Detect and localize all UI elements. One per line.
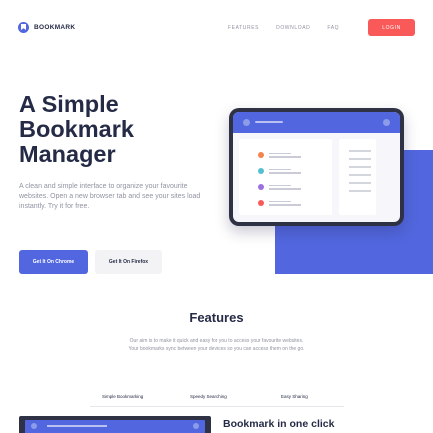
tablet-screen	[233, 112, 400, 222]
features-description: Our aim is to make it quick and easy for…	[128, 338, 305, 352]
tab-easy-sharing[interactable]: Easy Sharing	[281, 394, 308, 399]
features-title: Features	[189, 310, 244, 325]
hero-title: A Simple Bookmark Manager	[19, 91, 134, 167]
bookmark-dot-icon	[258, 168, 264, 174]
top-nav: BOOKMARK FEATURES DOWNLOAD FAQ LOGIN	[0, 0, 433, 56]
feature-panel-heading: Bookmark in one click	[223, 418, 335, 430]
nav-link-features[interactable]: FEATURES	[228, 25, 259, 31]
bookmark-dot-icon	[258, 200, 264, 206]
tab-simple-bookmarking[interactable]: Simple Bookmarking	[102, 394, 143, 399]
bookmark-item	[258, 168, 301, 174]
bookmark-item	[258, 152, 301, 158]
nav-link-download[interactable]: DOWNLOAD	[276, 25, 310, 31]
nav-links: FEATURES DOWNLOAD FAQ	[228, 25, 339, 31]
bookmark-dot-icon	[258, 184, 264, 190]
bookmark-logo-icon	[18, 22, 29, 33]
feature-illustration	[19, 416, 211, 433]
get-firefox-button[interactable]: Get It On Firefox	[95, 250, 162, 274]
tablet-avatar-icon	[243, 119, 250, 126]
get-chrome-button[interactable]: Get It On Chrome	[19, 250, 88, 274]
feature-title-line	[47, 425, 107, 427]
nav-link-faq[interactable]: FAQ	[327, 25, 339, 31]
tabs-divider	[90, 406, 344, 407]
tablet-header-bar	[233, 112, 400, 133]
feature-avatar-icon	[31, 423, 37, 429]
logo[interactable]: BOOKMARK	[18, 22, 75, 33]
bookmark-item	[258, 200, 301, 206]
bookmark-item	[258, 184, 301, 190]
login-button[interactable]: LOGIN	[368, 19, 415, 36]
hero-tablet-illustration	[229, 108, 404, 226]
tablet-title-line	[255, 121, 283, 123]
hero-description: A clean and simple interface to organize…	[19, 183, 201, 211]
tab-speedy-searching[interactable]: Speedy Searching	[190, 394, 227, 399]
hero-buttons: Get It On Chrome Get It On Firefox	[19, 250, 162, 274]
feature-menu-icon	[193, 423, 199, 429]
logo-text: BOOKMARK	[34, 24, 76, 31]
bookmark-dot-icon	[258, 152, 264, 158]
tablet-menu-icon	[383, 119, 390, 126]
